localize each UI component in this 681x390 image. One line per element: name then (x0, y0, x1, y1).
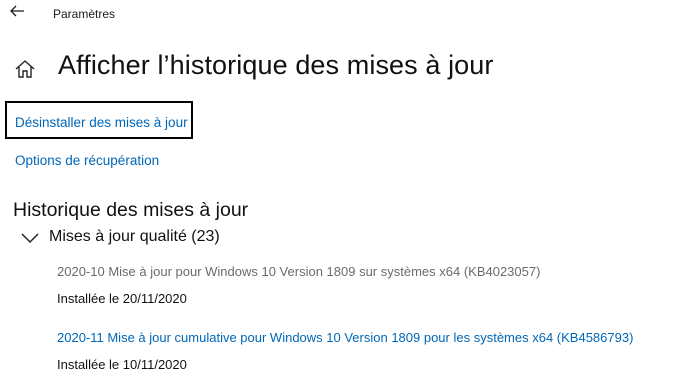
update-item-status: Installée le 20/11/2020 (57, 291, 187, 306)
update-item-name: 2020-10 Mise à jour pour Windows 10 Vers… (57, 264, 541, 279)
update-item-status: Installée le 10/11/2020 (57, 357, 187, 372)
quality-updates-header[interactable]: Mises à jour qualité (23) (49, 228, 220, 246)
window-title: Paramètres (53, 7, 116, 21)
back-arrow-icon (10, 5, 24, 17)
page-title: Afficher l’historique des mises à jour (58, 50, 494, 80)
chevron-down-icon (21, 233, 39, 244)
update-item-link[interactable]: 2020-11 Mise à jour cumulative pour Wind… (57, 330, 633, 345)
home-icon (15, 60, 35, 78)
home-button[interactable] (14, 58, 36, 80)
recovery-options-link[interactable]: Options de récupération (15, 153, 159, 168)
quality-updates-toggle[interactable] (20, 231, 40, 245)
section-title: Historique des mises à jour (13, 199, 249, 221)
back-button[interactable] (8, 2, 26, 20)
uninstall-updates-link[interactable]: Désinstaller des mises à jour (15, 115, 188, 130)
